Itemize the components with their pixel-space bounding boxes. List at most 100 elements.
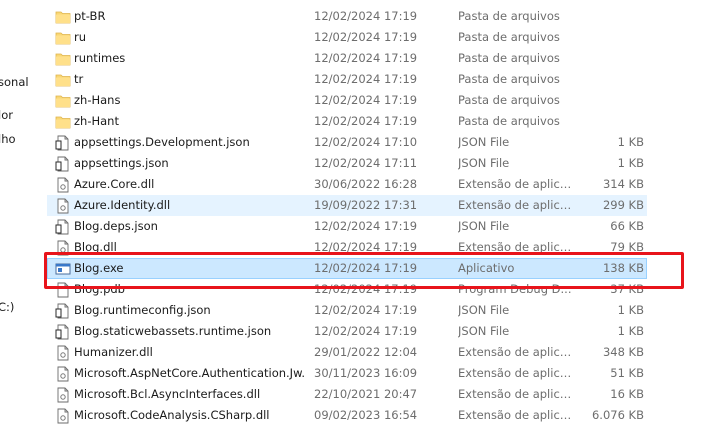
file-size bbox=[562, 69, 644, 90]
file-row[interactable]: Microsoft.Bcl.AsyncInterfaces.dll 22/10/2… bbox=[47, 384, 647, 405]
file-type: JSON File bbox=[458, 156, 510, 170]
date-modified: 12/02/2024 17:19 bbox=[314, 114, 418, 128]
file-row[interactable]: Azure.Identity.dll 19/09/2022 17:31 Extens… bbox=[47, 195, 647, 216]
date-modified: 12/02/2024 17:19 bbox=[314, 261, 418, 275]
file-size: 37 KB bbox=[610, 282, 644, 296]
file-row[interactable]: Blog.staticwebassets.runtime.json 12/02/2… bbox=[47, 321, 647, 342]
dll-file-icon bbox=[55, 240, 71, 256]
file-type: JSON File bbox=[458, 303, 510, 317]
date-modified: 12/02/2024 17:19 bbox=[314, 282, 418, 296]
file-size: 6.076 KB bbox=[591, 408, 644, 422]
date-modified: 29/01/2022 12:04 bbox=[314, 345, 418, 359]
file-size: 348 KB bbox=[602, 345, 644, 359]
file-type: JSON File bbox=[458, 324, 510, 338]
file-row[interactable]: Blog.pdb 12/02/2024 17:19 Program Debug D.… bbox=[47, 279, 647, 300]
file-row[interactable]: Blog.exe 12/02/2024 17:19 Aplicativo 138 KB bbox=[47, 258, 647, 279]
file-size: 299 KB bbox=[602, 198, 644, 212]
date-modified: 22/10/2021 20:47 bbox=[314, 387, 418, 401]
file-name: tr bbox=[74, 72, 84, 86]
file-size: 16 KB bbox=[610, 387, 644, 401]
date-modified: 12/02/2024 17:19 bbox=[314, 30, 418, 44]
file-icon bbox=[55, 282, 71, 298]
date-modified: 12/02/2024 17:19 bbox=[314, 219, 418, 233]
json-file-icon bbox=[55, 135, 71, 151]
dll-file-icon bbox=[55, 345, 71, 361]
file-name: Microsoft.AspNetCore.Authentication.Jw..… bbox=[74, 366, 306, 380]
file-row[interactable]: Blog.runtimeconfig.json 12/02/2024 17:19 J… bbox=[47, 300, 647, 321]
file-name: Blog.dll bbox=[74, 240, 117, 254]
nav-item-fragment[interactable]: C:) bbox=[0, 300, 14, 314]
file-type: Extensão de aplica... bbox=[458, 366, 576, 380]
file-size bbox=[562, 90, 644, 111]
folder-icon bbox=[55, 114, 71, 130]
file-size bbox=[562, 27, 644, 48]
file-size: 138 KB bbox=[602, 261, 644, 275]
file-row[interactable]: appsettings.Development.json 12/02/2024 1… bbox=[47, 132, 647, 153]
file-row[interactable]: Blog.deps.json 12/02/2024 17:19 JSON File 6… bbox=[47, 216, 647, 237]
nav-item-fragment[interactable]: sonal bbox=[0, 75, 29, 89]
file-row[interactable]: pt-BR 12/02/2024 17:19 Pasta de arquivos bbox=[47, 6, 647, 27]
file-name: Azure.Identity.dll bbox=[74, 198, 171, 212]
date-modified: 30/11/2023 16:09 bbox=[314, 366, 418, 380]
folder-icon bbox=[55, 72, 71, 88]
file-row[interactable]: Azure.Core.dll 30/06/2022 16:28 Extensão d… bbox=[47, 174, 647, 195]
file-size: 1 KB bbox=[617, 135, 644, 149]
file-type: Pasta de arquivos bbox=[458, 72, 560, 86]
dll-file-icon bbox=[55, 366, 71, 382]
date-modified: 12/02/2024 17:10 bbox=[314, 135, 418, 149]
date-modified: 12/02/2024 17:19 bbox=[314, 324, 418, 338]
file-size: 66 KB bbox=[610, 219, 644, 233]
file-row[interactable]: Microsoft.AspNetCore.Authentication.Jw..… bbox=[47, 363, 647, 384]
file-size bbox=[562, 48, 644, 69]
file-type: Extensão de aplica... bbox=[458, 240, 576, 254]
json-file-icon bbox=[55, 324, 71, 340]
json-file-icon bbox=[55, 219, 71, 235]
folder-icon bbox=[55, 51, 71, 67]
file-name: Blog.pdb bbox=[74, 282, 125, 296]
file-name: Blog.deps.json bbox=[74, 219, 158, 233]
navigation-pane: sonal lor lho C:) bbox=[0, 0, 40, 427]
file-size: 1 KB bbox=[617, 324, 644, 338]
file-type: Pasta de arquivos bbox=[458, 114, 560, 128]
file-row[interactable]: Blog.dll 12/02/2024 17:19 Extensão de apli… bbox=[47, 237, 647, 258]
date-modified: 12/02/2024 17:19 bbox=[314, 240, 418, 254]
file-type: JSON File bbox=[458, 219, 510, 233]
file-size bbox=[562, 6, 644, 27]
file-row[interactable]: Humanizer.dll 29/01/2022 12:04 Extensão de… bbox=[47, 342, 647, 363]
file-size: 1 KB bbox=[617, 156, 644, 170]
nav-item-fragment[interactable]: lor bbox=[0, 108, 13, 122]
dll-file-icon bbox=[55, 408, 71, 424]
file-type: Aplicativo bbox=[458, 261, 515, 275]
file-row[interactable]: appsettings.json 12/02/2024 17:11 JSON Fil… bbox=[47, 153, 647, 174]
file-type: Extensão de aplica... bbox=[458, 345, 576, 359]
file-type: Extensão de aplica... bbox=[458, 177, 576, 191]
file-row[interactable]: tr 12/02/2024 17:19 Pasta de arquivos bbox=[47, 69, 647, 90]
dll-file-icon bbox=[55, 198, 71, 214]
file-type: Pasta de arquivos bbox=[458, 30, 560, 44]
file-name: Microsoft.CodeAnalysis.CSharp.dll bbox=[74, 408, 270, 422]
file-name: appsettings.Development.json bbox=[74, 135, 250, 149]
file-row[interactable]: zh-Hans 12/02/2024 17:19 Pasta de arquivos bbox=[47, 90, 647, 111]
file-row[interactable]: Microsoft.CodeAnalysis.CSharp.dll 09/02/2… bbox=[47, 405, 647, 426]
file-type: Program Debug D... bbox=[458, 282, 572, 296]
file-size: 51 KB bbox=[610, 366, 644, 380]
date-modified: 12/02/2024 17:19 bbox=[314, 303, 418, 317]
date-modified: 12/02/2024 17:19 bbox=[314, 93, 418, 107]
file-name: appsettings.json bbox=[74, 156, 169, 170]
file-row[interactable]: runtimes 12/02/2024 17:19 Pasta de arquivo… bbox=[47, 48, 647, 69]
file-name: Humanizer.dll bbox=[74, 345, 153, 359]
file-size bbox=[562, 111, 644, 132]
date-modified: 12/02/2024 17:19 bbox=[314, 9, 418, 23]
file-type: Pasta de arquivos bbox=[458, 93, 560, 107]
file-row[interactable]: zh-Hant 12/02/2024 17:19 Pasta de arquivos bbox=[47, 111, 647, 132]
file-row[interactable]: ru 12/02/2024 17:19 Pasta de arquivos bbox=[47, 27, 647, 48]
exe-file-icon bbox=[55, 261, 71, 277]
file-size: 1 KB bbox=[617, 303, 644, 317]
nav-item-fragment[interactable]: lho bbox=[0, 132, 16, 146]
file-type: Extensão de aplica... bbox=[458, 198, 576, 212]
file-type: JSON File bbox=[458, 135, 510, 149]
date-modified: 19/09/2022 17:31 bbox=[314, 198, 418, 212]
file-name: Microsoft.Bcl.AsyncInterfaces.dll bbox=[74, 387, 261, 401]
json-file-icon bbox=[55, 156, 71, 172]
dll-file-icon bbox=[55, 177, 71, 193]
